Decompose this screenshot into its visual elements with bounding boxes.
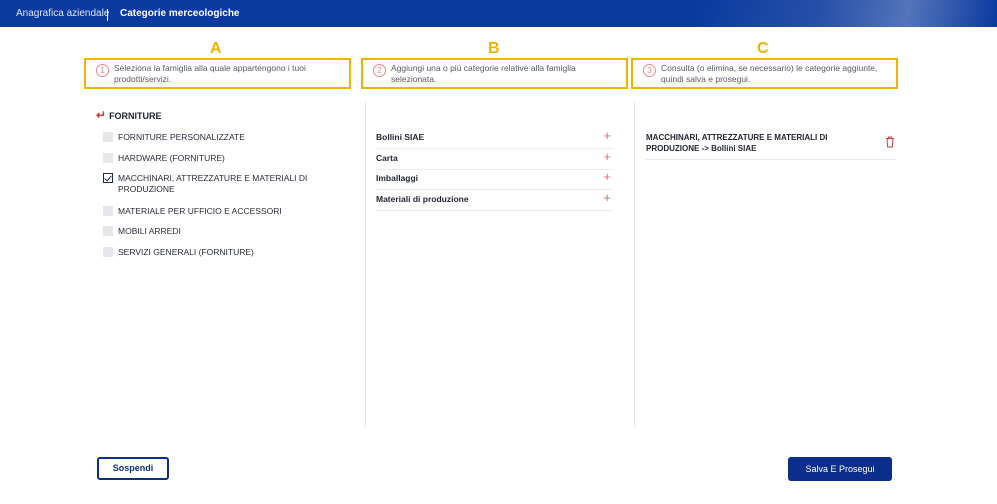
column-divider	[634, 102, 635, 427]
selected-category-label: MACCHINARI, ATTREZZATURE E MATERIALI DI …	[646, 133, 828, 153]
return-arrow-icon: ↵	[96, 108, 107, 122]
save-and-continue-button[interactable]: Salva E Prosegui	[788, 457, 892, 481]
subcategory-row: Imballaggi +	[376, 169, 613, 190]
column-divider	[365, 102, 366, 427]
step-number-3: 3	[643, 64, 656, 77]
checkbox[interactable]	[103, 247, 113, 257]
tab-categorie-merceologiche[interactable]: Categorie merceologiche	[120, 0, 239, 27]
subcategory-label: Bollini SIAE	[376, 132, 425, 142]
family-item-label: MACCHINARI, ATTREZZATURE E MATERIALI DI …	[118, 173, 308, 194]
step-text-2: Aggiungi una o più categorie relative al…	[391, 63, 576, 84]
family-item-label: MATERIALE PER UFFICIO E ACCESSORI	[118, 206, 282, 216]
add-plus-icon[interactable]: +	[603, 149, 611, 164]
add-plus-icon[interactable]: +	[603, 169, 611, 184]
top-navigation-bar: Anagrafica aziendale Categorie merceolog…	[0, 0, 997, 27]
tab-anagrafica-aziendale[interactable]: Anagrafica aziendale	[16, 0, 109, 27]
suspend-button[interactable]: Sospendi	[97, 457, 169, 480]
back-to-forniture[interactable]: ↵ FORNITURE	[96, 108, 162, 122]
family-item-label: MOBILI ARREDI	[118, 226, 181, 236]
add-plus-icon[interactable]: +	[603, 190, 611, 205]
add-plus-icon[interactable]: +	[603, 128, 611, 143]
step-instruction-b: 2 Aggiungi una o più categorie relative …	[361, 58, 628, 89]
step-number-1: 1	[96, 64, 109, 77]
header-decoration	[697, 0, 997, 27]
subcategory-label: Imballaggi	[376, 173, 419, 183]
step-letter-c: C	[757, 40, 769, 57]
family-item-label: FORNITURE PERSONALIZZATE	[118, 132, 245, 142]
subcategory-row: Materiali di produzione +	[376, 190, 613, 211]
step-text-3: Consulta (o elimina, se necessario) le c…	[661, 63, 878, 84]
step-letter-b: B	[488, 40, 500, 57]
tab-separator	[107, 9, 108, 21]
step-letter-a: A	[210, 40, 222, 57]
checkbox[interactable]	[103, 206, 113, 216]
subcategory-label: Materiali di produzione	[376, 194, 469, 204]
subcategory-row: Bollini SIAE +	[376, 128, 613, 149]
step-instruction-a: 1 Seleziona la famiglia alla quale appar…	[84, 58, 351, 89]
checkbox[interactable]	[103, 153, 113, 163]
checkbox[interactable]	[103, 132, 113, 142]
family-group-label: FORNITURE	[109, 111, 162, 121]
selected-category-row: MACCHINARI, ATTREZZATURE E MATERIALI DI …	[646, 130, 896, 160]
step-instruction-c: 3 Consulta (o elimina, se necessario) le…	[631, 58, 898, 89]
checkbox-checked[interactable]	[103, 173, 113, 183]
subcategory-label: Carta	[376, 153, 398, 163]
checkbox[interactable]	[103, 226, 113, 236]
family-item-label: HARDWARE (FORNITURE)	[118, 153, 225, 163]
subcategory-row: Carta +	[376, 149, 613, 170]
step-text-1: Seleziona la famiglia alla quale apparte…	[114, 63, 306, 84]
trash-icon[interactable]	[885, 136, 895, 148]
step-number-2: 2	[373, 64, 386, 77]
family-item-label: SERVIZI GENERALI (FORNITURE)	[118, 247, 254, 257]
